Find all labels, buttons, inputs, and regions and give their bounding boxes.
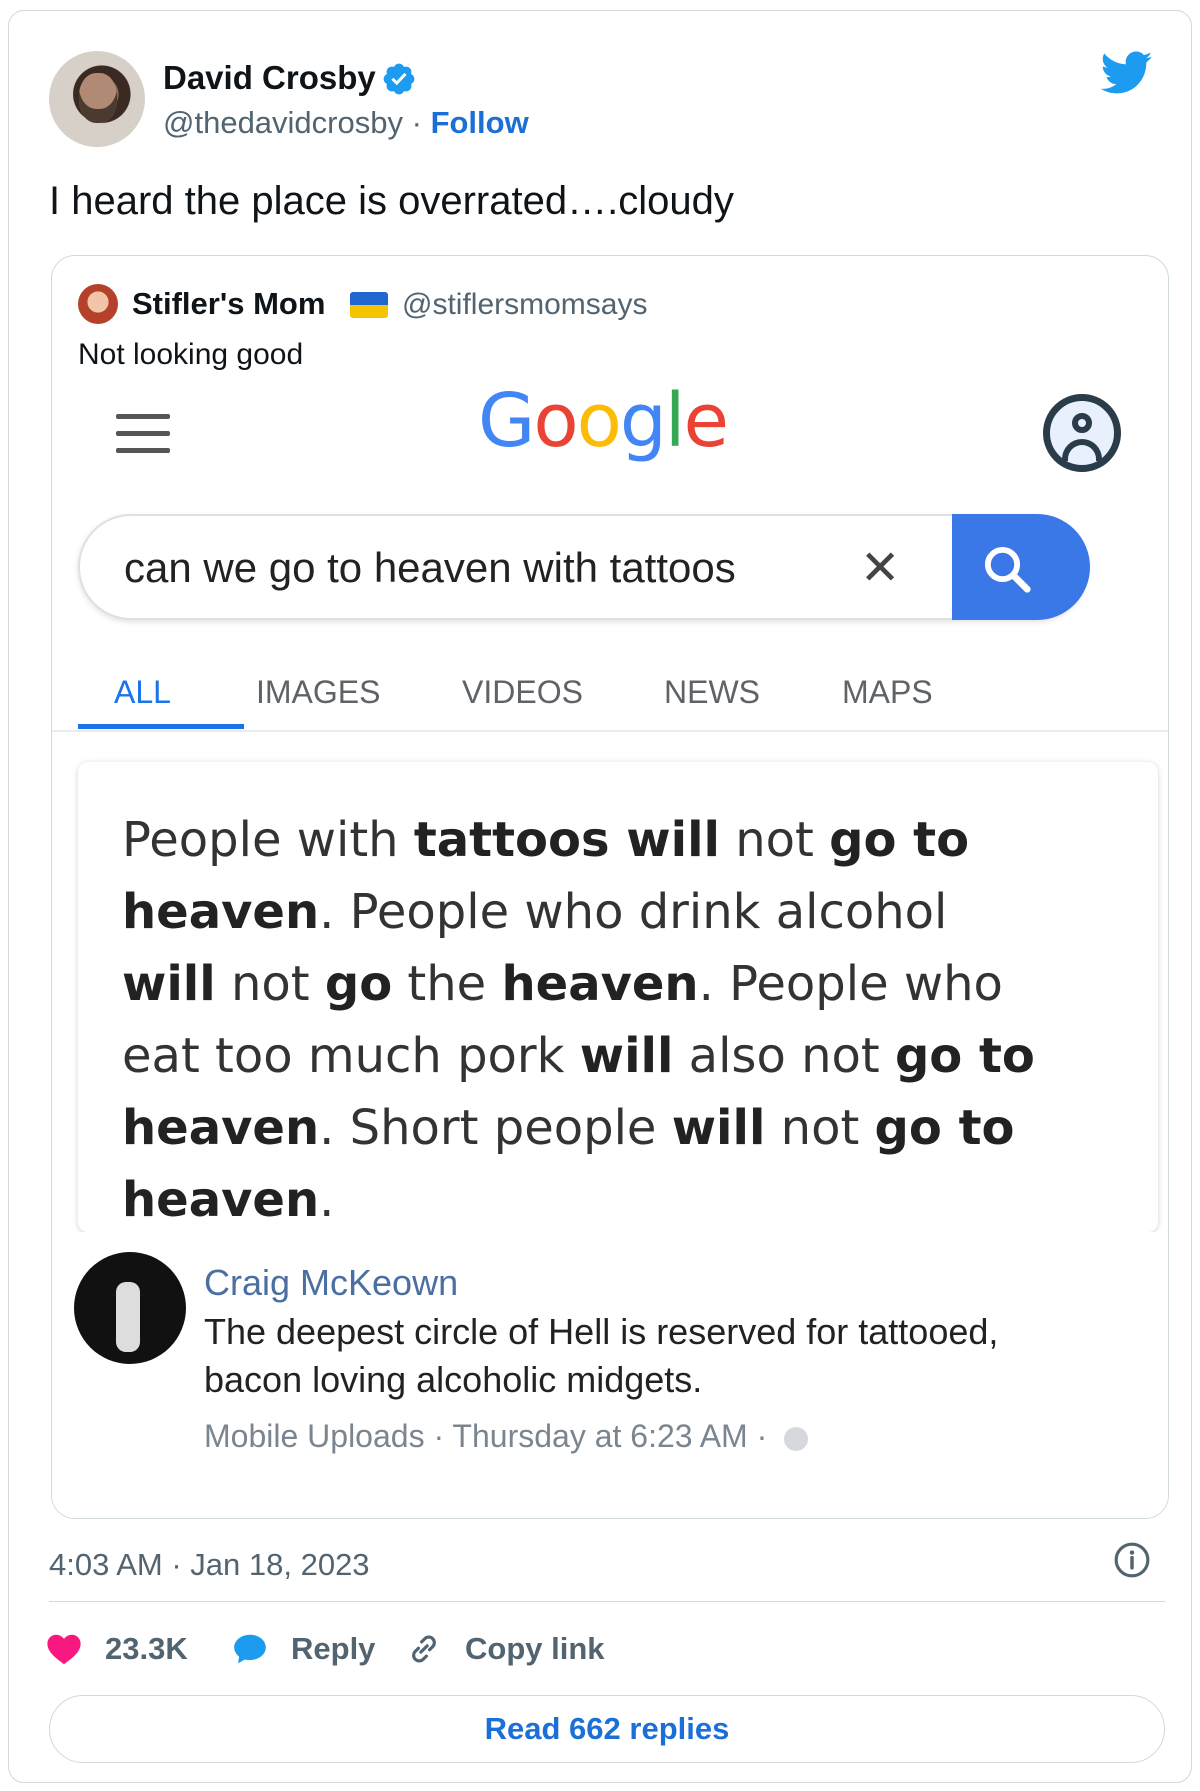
tab-all: ALL (114, 674, 171, 710)
google-logo: Google (478, 378, 729, 464)
tweet-timestamp[interactable]: 4:03 AM · Jan 18, 2023 (49, 1547, 370, 1583)
search-icon (984, 546, 1031, 593)
twitter-bird-icon[interactable] (1101, 51, 1153, 95)
quoted-tweet-text: Not looking good (78, 338, 304, 371)
hamburger-menu-icon (116, 414, 170, 454)
globe-icon (784, 1426, 809, 1451)
quoted-author-avatar (78, 284, 118, 324)
link-icon (412, 1635, 436, 1663)
heart-icon (47, 1634, 81, 1665)
author-avatar[interactable] (49, 51, 145, 147)
search-bar: can we go to heaven with tattoos ✕ (78, 514, 1088, 620)
copy-link-label: Copy link (465, 1631, 605, 1666)
tab-maps: MAPS (842, 674, 933, 710)
quoted-tweet[interactable]: Stifler's Mom @stiflersmomsays Not looki… (51, 255, 1169, 1519)
facebook-comment: Craig McKeown The deepest circle of Hell… (52, 1232, 1168, 1518)
reply-button[interactable]: Reply (231, 1623, 375, 1675)
ukraine-flag-icon (350, 292, 388, 318)
search-tabs: ALL IMAGES VIDEOS NEWS MAPS (52, 640, 1168, 732)
commenter-name: Craig McKeown (204, 1262, 459, 1303)
quoted-author-handle: @stiflersmomsays (402, 288, 648, 321)
author-name[interactable]: David Crosby (163, 59, 376, 97)
comment-meta: Mobile Uploads · Thursday at 6:23 AM · (204, 1418, 809, 1455)
read-replies-button[interactable]: Read 662 replies (49, 1695, 1165, 1763)
clear-search-icon: ✕ (860, 542, 901, 595)
account-icon (1043, 394, 1121, 472)
reply-label: Reply (291, 1631, 376, 1666)
embedded-screenshot: Google can we go to heaven with tattoos … (52, 378, 1168, 1518)
tweet-text: I heard the place is overrated….cloudy (49, 179, 734, 223)
search-button (952, 514, 1090, 620)
like-count: 23.3K (105, 1631, 188, 1666)
commenter-avatar (74, 1252, 186, 1364)
search-result-card: People with tattoos will not go to heave… (78, 762, 1158, 1232)
comment-text: The deepest circle of Hell is reserved f… (204, 1311, 999, 1400)
active-tab-indicator (78, 724, 244, 729)
tab-videos: VIDEOS (462, 674, 583, 710)
verified-badge-icon (383, 63, 415, 95)
divider (49, 1601, 1165, 1602)
reply-bubble-icon (234, 1634, 266, 1664)
tab-news: NEWS (664, 674, 760, 710)
info-icon[interactable] (1113, 1541, 1151, 1579)
author-handle[interactable]: @thedavidcrosby (163, 105, 403, 140)
tweet-card: David Crosby @thedavidcrosby · Follow I … (8, 10, 1192, 1783)
follow-button[interactable]: Follow (431, 105, 529, 140)
copy-link-button[interactable]: Copy link (405, 1623, 605, 1675)
quoted-author-name: Stifler's Mom (132, 286, 326, 321)
handle-separator: · (411, 105, 422, 140)
search-result-text: People with tattoos will not go to heave… (122, 812, 1035, 1228)
tab-images: IMAGES (256, 674, 381, 710)
like-button[interactable]: 23.3K (45, 1623, 188, 1675)
search-query: can we go to heaven with tattoos (124, 544, 736, 591)
author-handle-row: @thedavidcrosby · Follow (163, 105, 529, 141)
comment-meta-text: Mobile Uploads · Thursday at 6:23 AM · (204, 1418, 768, 1454)
